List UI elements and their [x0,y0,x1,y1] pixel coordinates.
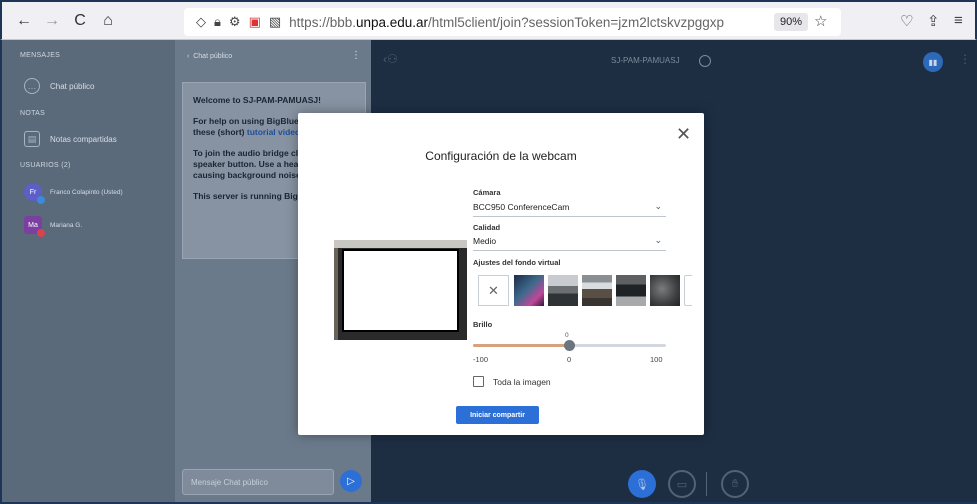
avatar: Ma [24,216,45,237]
audio-button[interactable]: 🎙︎ [628,470,656,498]
notes-heading: NOTAS [20,110,46,117]
background-option-office[interactable] [548,275,578,306]
user-name: Mariana G. [50,221,83,229]
address-bar[interactable]: ◇ 🔒︎ ⚙ ▣ ▧ https://bbb.unpa.edu.ar/html5… [184,8,841,36]
mic-blocked-icon[interactable]: ▧ [269,14,281,30]
reload-icon[interactable]: C [68,9,92,33]
no-background-option[interactable]: ✕ [478,275,509,306]
chat-icon: … [24,78,40,94]
chat-message-input[interactable]: Mensaje Chat público [182,469,334,495]
menu-icon[interactable]: ≡ [954,12,963,29]
whole-image-label: Toda la imagen [493,376,551,387]
share-webcam-button[interactable]: ▭ [668,470,696,498]
virtual-background-label: Ajustes del fondo virtual [473,258,561,267]
camera-label: Cámara [473,188,501,197]
close-icon: ✕ [488,282,499,298]
url-text: https://bbb.unpa.edu.ar/html5client/join… [289,14,725,30]
options-menu-icon[interactable]: ⋮ [959,52,971,66]
recording-indicator[interactable] [699,55,711,67]
chevron-left-icon[interactable]: ‹ [187,53,189,60]
user-item[interactable]: Fr Franco Colapinto (Usted) [24,183,123,204]
background-option-more[interactable] [684,275,692,306]
brightness-max: 100 [650,355,663,364]
brightness-current-value: 0 [565,332,569,339]
webcam-preview [334,240,467,340]
forward-icon[interactable]: → [40,9,64,33]
users-heading: USUARIOS (2) [20,162,71,169]
background-option-texture[interactable] [650,275,680,306]
background-option-meeting[interactable] [616,275,646,306]
chevron-down-icon: ⌄ [654,201,662,211]
background-option-aurora[interactable] [514,275,544,306]
sidebar-item-label: Chat público [50,81,95,91]
whole-image-checkbox[interactable]: Toda la imagen [473,376,551,387]
camera-select[interactable]: BCC950 ConferenceCam ⌄ [473,201,666,217]
sidebar-item-shared-notes[interactable]: ▤ Notas compartidas [24,131,117,147]
chevron-down-icon: ⌄ [654,235,662,245]
microphone-icon: 🎙︎ [635,478,649,491]
sidebar-item-public-chat[interactable]: … Chat público [24,78,94,94]
browser-toolbar: ← → C ⌂ ◇ 🔒︎ ⚙ ▣ ▧ https://bbb.unpa.edu.… [0,0,977,40]
shield-icon[interactable]: ◇ [196,14,206,30]
send-icon: ▷ [347,475,355,487]
back-icon[interactable]: ← [12,9,36,33]
modal-title: Configuración de la webcam [425,149,577,163]
brightness-min: -100 [473,355,489,364]
share-icon[interactable]: ⇪ [927,12,940,30]
user-name: Franco Colapinto (Usted) [50,188,123,196]
notes-icon: ▤ [24,131,40,147]
toolbar-divider [706,472,707,496]
brightness-slider-handle[interactable] [564,340,575,351]
welcome-title: Welcome to SJ-PAM-PAMUASJ! [193,95,321,105]
brightness-mid: 0 [567,355,572,364]
pocket-icon[interactable]: ♡ [900,12,913,30]
hand-icon: ✋︎ [731,477,739,490]
users-toggle-icon[interactable]: ‹⚇ [383,52,398,66]
user-item[interactable]: Ma Mariana G. [24,216,83,237]
video-off-icon: ▭ [676,478,688,491]
permissions-icon[interactable]: ⚙ [229,14,241,30]
send-message-button[interactable]: ▷ [340,470,362,492]
connection-status-icon[interactable]: ▮▮ [923,52,943,72]
avatar: Fr [24,183,45,204]
close-icon[interactable]: ✕ [676,125,691,143]
sidebar-item-label: Notas compartidas [50,134,117,144]
quality-label: Calidad [473,223,501,232]
messages-heading: MENSAJES [20,52,61,59]
background-option-room[interactable] [582,275,612,306]
checkbox-box[interactable] [473,376,484,387]
webcam-settings-modal: ✕ Configuración de la webcam Cámara BCC9… [298,113,704,435]
quality-select[interactable]: Medio ⌄ [473,235,666,251]
virtual-background-list: ✕ [478,275,692,308]
brightness-label: Brillo [473,320,493,329]
lock-icon[interactable]: 🔒︎ [214,14,221,30]
raise-hand-button[interactable]: ✋︎ [721,470,749,498]
chat-options-icon[interactable]: ⋮ [351,50,361,61]
meeting-name: SJ-PAM-PAMUASJ [611,56,680,65]
chat-header[interactable]: ‹ Chat público [187,53,232,60]
zoom-badge[interactable]: 90% [774,13,808,31]
start-sharing-button[interactable]: Iniciar compartir [456,406,539,424]
bookmark-star-icon[interactable]: ☆ [814,12,827,30]
home-icon[interactable]: ⌂ [96,9,120,33]
sidebar: MENSAJES … Chat público NOTAS ▤ Notas co… [2,40,175,502]
brightness-slider-fill [473,344,570,347]
camera-sharing-icon[interactable]: ▣ [249,14,261,30]
